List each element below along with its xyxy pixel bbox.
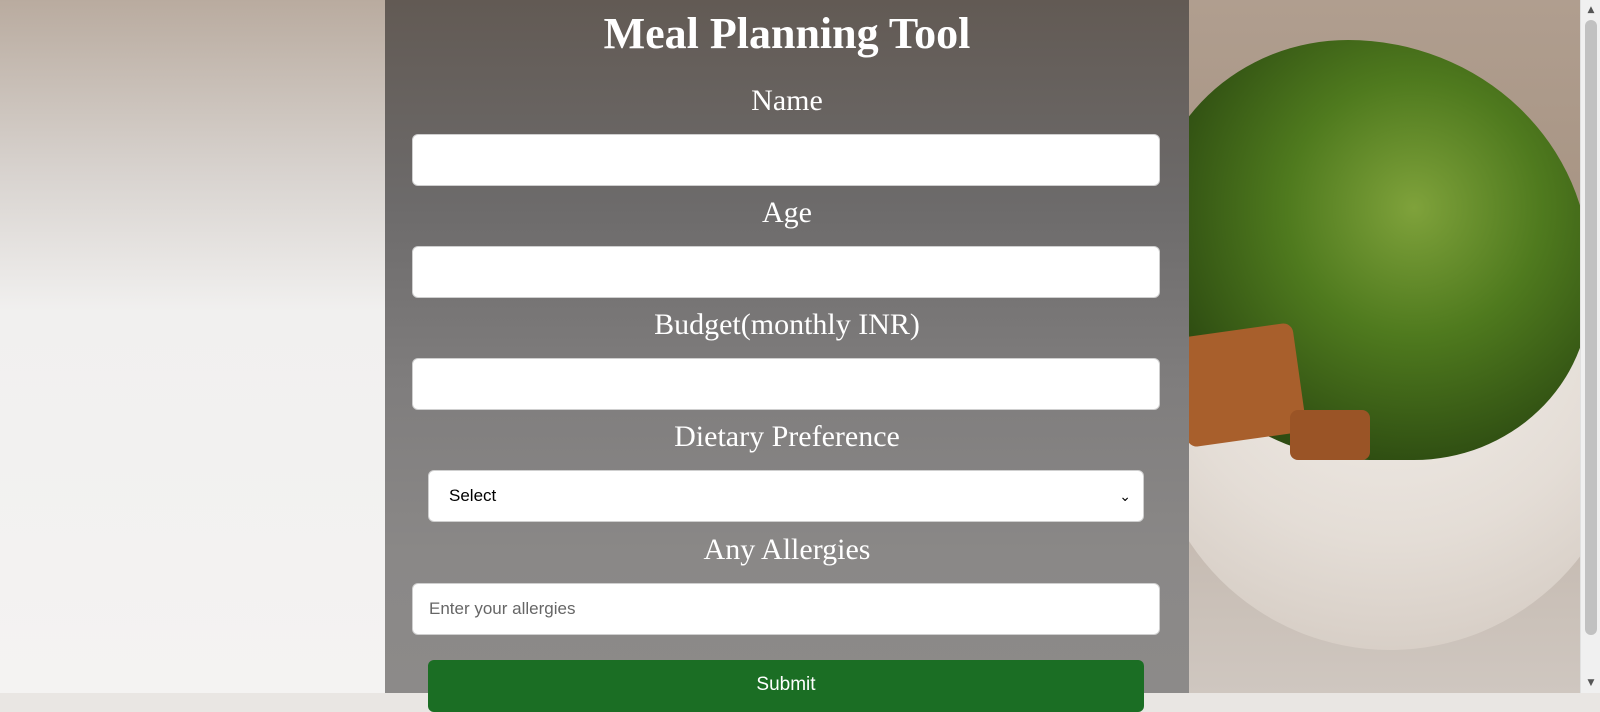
budget-input[interactable] [412,358,1160,410]
dietary-preference-select[interactable]: Select ⌄ [428,470,1144,522]
crouton-image [1172,322,1308,448]
dietary-preference-value: Select [449,486,497,505]
crouton-image [1290,410,1370,460]
budget-label: Budget(monthly INR) [654,308,920,341]
triangle-down-icon[interactable]: ▼ [1581,675,1600,691]
triangle-up-icon[interactable]: ▲ [1581,2,1600,18]
meal-form-panel: Meal Planning Tool Name Age Budget(month… [385,0,1189,712]
page-scrollbar[interactable]: ▲ ▼ [1580,0,1600,693]
age-label: Age [762,196,812,229]
dietary-preference-label: Dietary Preference [674,420,900,453]
name-label: Name [751,84,823,117]
submit-button[interactable]: Submit [428,660,1144,712]
chevron-down-icon: ⌄ [1119,487,1131,504]
background-left [0,0,420,693]
name-input[interactable] [412,134,1160,186]
scrollbar-thumb[interactable] [1585,20,1597,635]
allergies-label: Any Allergies [703,533,871,566]
page-title: Meal Planning Tool [603,9,971,58]
age-input[interactable] [412,246,1160,298]
allergies-input[interactable] [412,583,1160,635]
